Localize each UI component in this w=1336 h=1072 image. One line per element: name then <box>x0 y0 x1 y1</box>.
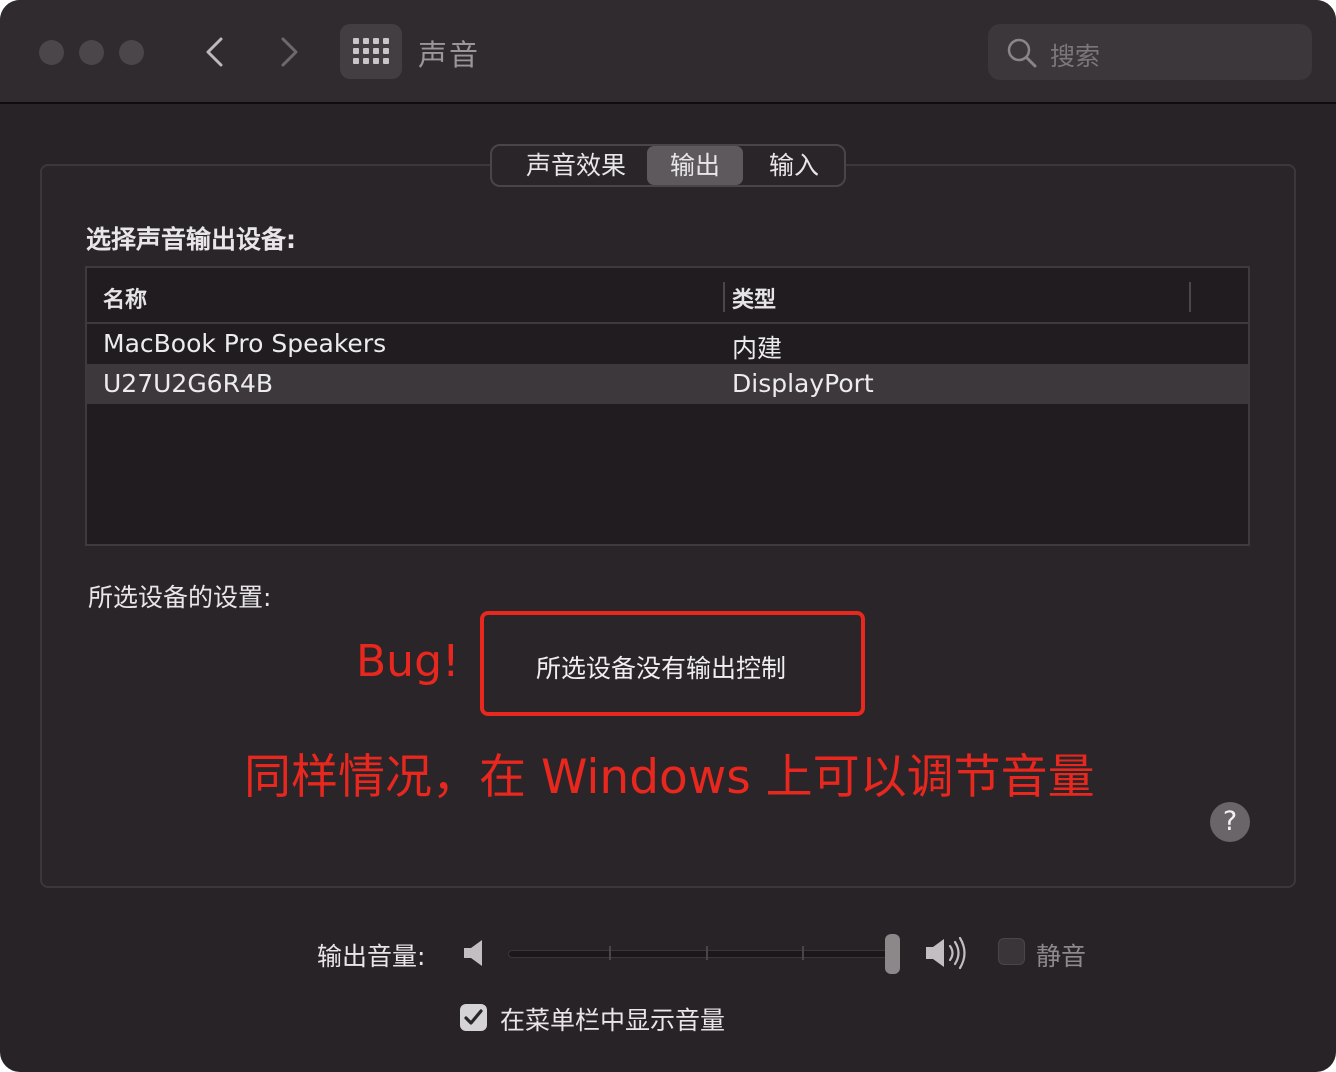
table-row[interactable]: MacBook Pro Speakers 内建 <box>87 324 1248 364</box>
tab-input[interactable]: 输入 <box>748 146 840 185</box>
column-divider <box>723 282 725 312</box>
slider-tick <box>802 946 804 960</box>
device-name: U27U2G6R4B <box>103 369 274 398</box>
selected-device-settings-label: 所选设备的设置: <box>88 583 272 612</box>
no-output-control-message: 所选设备没有输出控制 <box>536 654 787 683</box>
search-placeholder: 搜索 <box>1050 42 1101 71</box>
table-row-selected[interactable]: U27U2G6R4B DisplayPort <box>87 364 1248 404</box>
mute-label: 静音 <box>1036 942 1087 971</box>
slider-tick <box>609 946 611 960</box>
column-header-name[interactable]: 名称 <box>103 282 147 314</box>
search-field[interactable]: 搜索 <box>988 24 1312 80</box>
annotation-highlight-box: 所选设备没有输出控制 <box>480 611 865 716</box>
output-device-table: 名称 类型 MacBook Pro Speakers 内建 U27U2G6R4B… <box>85 266 1250 546</box>
output-volume-label: 输出音量: <box>317 942 426 971</box>
table-header: 名称 类型 <box>87 268 1248 324</box>
tab-sound-effects[interactable]: 声音效果 <box>500 146 652 185</box>
column-header-type[interactable]: 类型 <box>732 282 776 314</box>
mute-checkbox[interactable] <box>998 938 1025 965</box>
show-volume-in-menubar-label: 在菜单栏中显示音量 <box>500 1006 726 1035</box>
device-type: 内建 <box>732 334 783 363</box>
volume-slider-thumb[interactable] <box>885 934 900 974</box>
checkmark-icon <box>464 1009 483 1025</box>
tab-output[interactable]: 输出 <box>647 146 743 185</box>
speaker-high-icon <box>926 936 966 970</box>
device-type: DisplayPort <box>732 369 874 398</box>
minimize-window-button[interactable] <box>79 40 104 65</box>
windows-comparison-annotation: 同样情况，在 Windows 上可以调节音量 <box>244 750 1095 805</box>
help-button[interactable]: ? <box>1210 802 1250 842</box>
device-name: MacBook Pro Speakers <box>103 329 387 358</box>
close-window-button[interactable] <box>39 40 64 65</box>
window-title: 声音 <box>418 38 481 72</box>
search-icon <box>1007 38 1037 68</box>
tab-bar: 声音效果 输出 输入 <box>490 144 846 187</box>
grid-icon[interactable] <box>340 24 402 79</box>
title-bar: 声音 搜索 <box>0 0 1336 104</box>
sound-preferences-window: 声音 搜索 声音效果 输出 输入 选择声音输出设备: 名称 类型 MacBook… <box>0 0 1336 1072</box>
slider-tick <box>706 946 708 960</box>
zoom-window-button[interactable] <box>119 40 144 65</box>
volume-slider-track[interactable] <box>508 950 900 958</box>
bug-annotation: Bug! <box>356 636 460 687</box>
chevron-right-icon[interactable] <box>274 36 304 68</box>
show-volume-in-menubar-checkbox[interactable] <box>460 1004 487 1031</box>
speaker-low-icon <box>464 940 482 966</box>
output-device-heading: 选择声音输出设备: <box>86 225 296 254</box>
chevron-left-icon[interactable] <box>200 36 230 68</box>
column-divider <box>1189 282 1191 312</box>
